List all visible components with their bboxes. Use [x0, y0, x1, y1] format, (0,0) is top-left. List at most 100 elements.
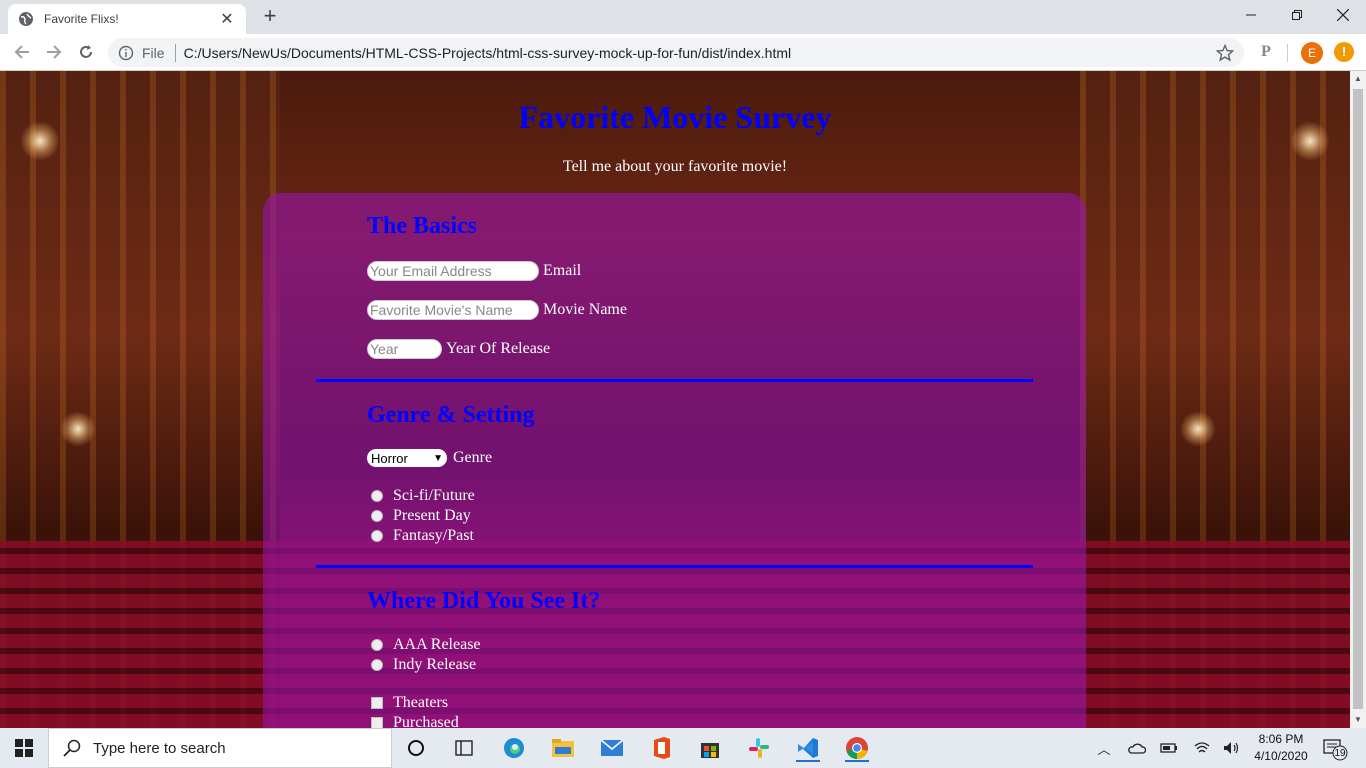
clock-time: 8:06 PM: [1258, 732, 1304, 746]
globe-icon: [19, 12, 33, 26]
radio-scifi[interactable]: [371, 490, 383, 502]
setting-label: Fantasy/Past: [393, 527, 474, 544]
office-icon[interactable]: [647, 734, 675, 762]
clock-date: 4/10/2020: [1254, 749, 1308, 763]
close-icon: [1337, 9, 1349, 21]
genre-select[interactable]: Horror ▼: [367, 449, 447, 467]
taskbar-search[interactable]: Type here to search: [48, 728, 392, 768]
search-icon: [63, 739, 81, 757]
volume-icon[interactable]: [1222, 738, 1242, 758]
arrow-left-icon: [14, 45, 29, 59]
setting-option[interactable]: Fantasy/Past: [367, 527, 474, 545]
section-divider: [316, 565, 1033, 568]
radio-aaa-release[interactable]: [371, 639, 383, 651]
slack-icon[interactable]: [745, 734, 773, 762]
section-heading-genre: Genre & Setting: [367, 402, 535, 428]
email-field[interactable]: Your Email Address: [367, 261, 539, 281]
task-view-icon[interactable]: [450, 734, 478, 762]
page-title: Favorite Movie Survey: [518, 99, 832, 135]
system-clock[interactable]: 8:06 PM 4/10/2020: [1244, 731, 1318, 765]
bookmark-star-icon[interactable]: [1216, 43, 1234, 62]
year-row: Year Year Of Release: [367, 339, 550, 359]
email-label: Email: [543, 262, 582, 279]
year-field[interactable]: Year: [367, 339, 442, 359]
minimize-button[interactable]: [1228, 0, 1274, 30]
mail-icon[interactable]: [598, 734, 626, 762]
profile-avatar[interactable]: E: [1301, 42, 1323, 64]
forward-button[interactable]: [42, 40, 66, 64]
url-text[interactable]: C:/Users/NewUs/Documents/HTML-CSS-Projec…: [184, 45, 1216, 61]
movie-row: Favorite Movie's Name Movie Name: [367, 300, 627, 320]
start-button[interactable]: [0, 728, 48, 768]
year-label: Year Of Release: [446, 340, 551, 357]
release-option[interactable]: Indy Release: [367, 656, 476, 674]
tab-strip: Favorite Flixs! ✕ +: [0, 0, 1366, 34]
lamp-left-low: [60, 411, 96, 447]
movie-name-label: Movie Name: [543, 301, 627, 318]
radio-fantasy[interactable]: [371, 530, 383, 542]
checkbox-purchased[interactable]: [371, 717, 383, 728]
back-button[interactable]: [10, 40, 34, 64]
survey-form: The Basics Your Email Address Email Favo…: [263, 193, 1086, 728]
movie-name-field[interactable]: Favorite Movie's Name: [367, 300, 539, 320]
setting-option[interactable]: Present Day: [367, 507, 471, 525]
genre-label: Genre: [453, 449, 493, 466]
lamp-right-low: [1180, 411, 1216, 447]
update-alert-icon[interactable]: !: [1334, 42, 1354, 62]
scroll-down-icon[interactable]: ▼: [1350, 712, 1366, 728]
restore-icon: [1292, 10, 1302, 20]
action-center-button[interactable]: 19: [1322, 737, 1348, 761]
page-viewport: Favorite Movie Survey Tell me about your…: [0, 71, 1350, 728]
windows-logo-icon: [15, 739, 33, 757]
radio-present-day[interactable]: [371, 510, 383, 522]
cortana-icon[interactable]: [402, 734, 430, 762]
onedrive-icon[interactable]: [1127, 738, 1147, 758]
wifi-icon[interactable]: [1192, 738, 1212, 758]
venue-option[interactable]: Theaters: [367, 694, 448, 712]
browser-toolbar: File C:/Users/NewUs/Documents/HTML-CSS-P…: [0, 34, 1366, 71]
omnibox-divider: [174, 43, 176, 62]
close-tab-icon[interactable]: ✕: [218, 9, 236, 29]
new-tab-button[interactable]: +: [258, 4, 282, 28]
section-divider: [316, 379, 1033, 382]
info-icon[interactable]: [118, 45, 134, 61]
release-label: Indy Release: [393, 656, 477, 673]
dropdown-arrow-icon: ▼: [433, 452, 443, 464]
genre-select-value: Horror: [371, 450, 408, 466]
scroll-up-icon[interactable]: ▲: [1350, 71, 1366, 87]
address-bar[interactable]: File C:/Users/NewUs/Documents/HTML-CSS-P…: [108, 38, 1244, 67]
active-indicator: [796, 760, 820, 762]
chrome-icon[interactable]: [843, 734, 871, 762]
extension-p-icon[interactable]: P: [1256, 42, 1276, 62]
scroll-thumb[interactable]: [1353, 89, 1363, 709]
browser-tab[interactable]: Favorite Flixs! ✕: [8, 4, 246, 34]
notification-count: 19: [1334, 748, 1346, 759]
genre-row: Horror ▼ Genre: [367, 449, 492, 467]
arrow-right-icon: [47, 45, 62, 59]
setting-option[interactable]: Sci-fi/Future: [367, 487, 475, 505]
battery-icon[interactable]: [1159, 738, 1179, 758]
release-option[interactable]: AAA Release: [367, 636, 481, 654]
setting-label: Sci-fi/Future: [393, 487, 475, 504]
vscode-icon[interactable]: [794, 734, 822, 762]
reload-icon: [80, 45, 92, 58]
windows-taskbar: Type here to search ︿ 8:06 PM 4/10/2020 …: [0, 728, 1366, 768]
section-heading-where: Where Did You See It?: [367, 588, 601, 614]
setting-label: Present Day: [393, 507, 471, 524]
store-icon[interactable]: [696, 734, 724, 762]
close-window-button[interactable]: [1320, 0, 1366, 30]
reload-button[interactable]: [74, 40, 98, 64]
page-scrollbar[interactable]: ▲ ▼: [1350, 71, 1366, 728]
chevron-up-icon[interactable]: ︿: [1094, 738, 1114, 758]
edge-icon[interactable]: [500, 734, 528, 762]
email-row: Your Email Address Email: [367, 261, 581, 281]
venue-label: Theaters: [393, 694, 449, 711]
file-explorer-icon[interactable]: [549, 734, 577, 762]
restore-button[interactable]: [1274, 0, 1320, 30]
toolbar-divider: [1287, 44, 1288, 62]
checkbox-theaters[interactable]: [371, 697, 383, 709]
radio-indy-release[interactable]: [371, 659, 383, 671]
search-placeholder: Type here to search: [93, 739, 226, 757]
venue-option[interactable]: Purchased: [367, 714, 459, 728]
minimize-icon: [1246, 14, 1256, 16]
